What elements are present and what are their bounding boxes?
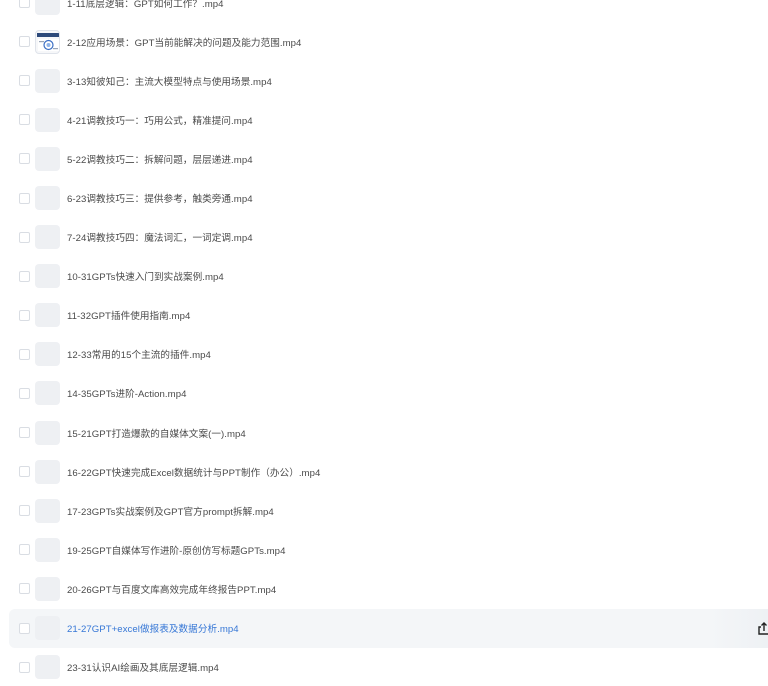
row-checkbox[interactable] bbox=[19, 622, 30, 634]
file-name[interactable]: 17-23GPTs实战案例及GPT官方prompt拆解.mp4 bbox=[67, 504, 274, 518]
file-name[interactable]: 15-21GPT打造爆款的自媒体文案(一).mp4 bbox=[67, 426, 246, 440]
video-thumbnail bbox=[35, 29, 60, 54]
file-list: 1-11底层逻辑：GPT如何工作？.mp4 2-12应用场景：GPT当前能解决的问… bbox=[0, 0, 768, 686]
file-row[interactable]: 2-12应用场景：GPT当前能解决的问题及能力范围.mp4 bbox=[0, 22, 768, 61]
row-checkbox[interactable] bbox=[19, 231, 30, 243]
row-checkbox[interactable] bbox=[19, 427, 30, 439]
file-thumbnail bbox=[35, 498, 60, 523]
file-thumbnail bbox=[35, 225, 60, 250]
row-checkbox[interactable] bbox=[19, 466, 30, 478]
file-row[interactable]: 20-26GPT与百度文库高效完成年终报告PPT.mp4 bbox=[0, 569, 768, 608]
file-row[interactable]: 12-33常用的15个主流的插件.mp4 bbox=[0, 335, 768, 374]
file-thumbnail bbox=[35, 459, 60, 484]
file-row[interactable]: 19-25GPT自媒体写作进阶-原创仿写标题GPTs.mp4 bbox=[0, 530, 768, 569]
file-thumbnail bbox=[35, 303, 60, 328]
row-checkbox[interactable] bbox=[19, 36, 30, 48]
file-row[interactable]: 11-32GPT插件使用指南.mp4 bbox=[0, 296, 768, 335]
file-name[interactable]: 19-25GPT自媒体写作进阶-原创仿写标题GPTs.mp4 bbox=[67, 543, 285, 557]
row-checkbox[interactable] bbox=[19, 270, 30, 282]
file-name[interactable]: 7-24调教技巧四：魔法词汇，一词定调.mp4 bbox=[67, 230, 253, 244]
row-checkbox[interactable] bbox=[19, 661, 30, 673]
file-thumbnail bbox=[35, 381, 60, 406]
row-checkbox[interactable] bbox=[19, 114, 30, 126]
file-thumbnail bbox=[35, 264, 60, 289]
file-row[interactable]: 17-23GPTs实战案例及GPT官方prompt拆解.mp4 bbox=[0, 491, 768, 530]
file-thumbnail bbox=[35, 186, 60, 211]
row-checkbox[interactable] bbox=[19, 544, 30, 556]
row-checkbox[interactable] bbox=[19, 153, 30, 165]
file-row[interactable]: 10-31GPTs快速入门到实战案例.mp4 bbox=[0, 257, 768, 296]
file-name[interactable]: 11-32GPT插件使用指南.mp4 bbox=[67, 308, 190, 322]
file-thumbnail bbox=[35, 420, 60, 445]
file-row[interactable]: 14-35GPTs进阶-Action.mp4 bbox=[0, 374, 768, 413]
file-row[interactable]: 6-23调教技巧三：提供参考，触类旁通.mp4 bbox=[0, 178, 768, 217]
file-row[interactable]: 3-13知彼知己：主流大模型特点与使用场景.mp4 bbox=[0, 61, 768, 100]
row-checkbox[interactable] bbox=[19, 387, 30, 399]
file-row[interactable]: 15-21GPT打造爆款的自媒体文案(一).mp4 bbox=[0, 413, 768, 452]
file-name[interactable]: 14-35GPTs进阶-Action.mp4 bbox=[67, 386, 186, 400]
file-thumbnail bbox=[35, 342, 60, 367]
file-thumbnail bbox=[35, 616, 60, 641]
file-thumbnail bbox=[35, 0, 60, 15]
file-name[interactable]: 23-31认识AI绘画及其底层逻辑.mp4 bbox=[67, 660, 219, 674]
file-name[interactable]: 21-27GPT+excel做报表及数据分析.mp4 bbox=[67, 621, 239, 635]
file-row[interactable]: 5-22调教技巧二：拆解问题，层层递进.mp4 bbox=[0, 139, 768, 178]
file-thumbnail bbox=[35, 576, 60, 601]
file-name[interactable]: 20-26GPT与百度文库高效完成年终报告PPT.mp4 bbox=[67, 582, 276, 596]
row-checkbox[interactable] bbox=[19, 192, 30, 204]
file-thumbnail bbox=[35, 655, 60, 680]
row-checkbox[interactable] bbox=[19, 75, 30, 87]
file-thumbnail bbox=[35, 146, 60, 171]
row-checkbox[interactable] bbox=[19, 505, 30, 517]
share-icon[interactable] bbox=[758, 621, 768, 635]
file-name[interactable]: 2-12应用场景：GPT当前能解决的问题及能力范围.mp4 bbox=[67, 35, 301, 49]
file-row[interactable]: 4-21调教技巧一：巧用公式，精准提问.mp4 bbox=[0, 100, 768, 139]
file-name[interactable]: 4-21调教技巧一：巧用公式，精准提问.mp4 bbox=[67, 113, 253, 127]
file-name[interactable]: 1-11底层逻辑：GPT如何工作？.mp4 bbox=[67, 0, 224, 10]
file-row[interactable]: 1-11底层逻辑：GPT如何工作？.mp4 bbox=[0, 0, 768, 22]
file-thumbnail bbox=[35, 107, 60, 132]
row-checkbox[interactable] bbox=[19, 583, 30, 595]
row-checkbox[interactable] bbox=[19, 309, 30, 321]
file-name[interactable]: 12-33常用的15个主流的插件.mp4 bbox=[67, 347, 211, 361]
file-name[interactable]: 10-31GPTs快速入门到实战案例.mp4 bbox=[67, 269, 224, 283]
file-row[interactable]: 23-31认识AI绘画及其底层逻辑.mp4 bbox=[0, 648, 768, 686]
file-row[interactable]: 16-22GPT快速完成Excel数据统计与PPT制作（办公）.mp4 bbox=[0, 452, 768, 491]
file-name[interactable]: 16-22GPT快速完成Excel数据统计与PPT制作（办公）.mp4 bbox=[67, 465, 320, 479]
row-checkbox[interactable] bbox=[19, 348, 30, 360]
file-thumbnail bbox=[35, 68, 60, 93]
file-name[interactable]: 5-22调教技巧二：拆解问题，层层递进.mp4 bbox=[67, 152, 253, 166]
file-name[interactable]: 6-23调教技巧三：提供参考，触类旁通.mp4 bbox=[67, 191, 253, 205]
file-row[interactable]: 7-24调教技巧四：魔法词汇，一词定调.mp4 bbox=[0, 218, 768, 257]
file-name[interactable]: 3-13知彼知己：主流大模型特点与使用场景.mp4 bbox=[67, 74, 272, 88]
row-checkbox[interactable] bbox=[19, 0, 30, 9]
file-thumbnail bbox=[35, 537, 60, 562]
file-row[interactable]: 21-27GPT+excel做报表及数据分析.mp4 bbox=[9, 608, 768, 648]
